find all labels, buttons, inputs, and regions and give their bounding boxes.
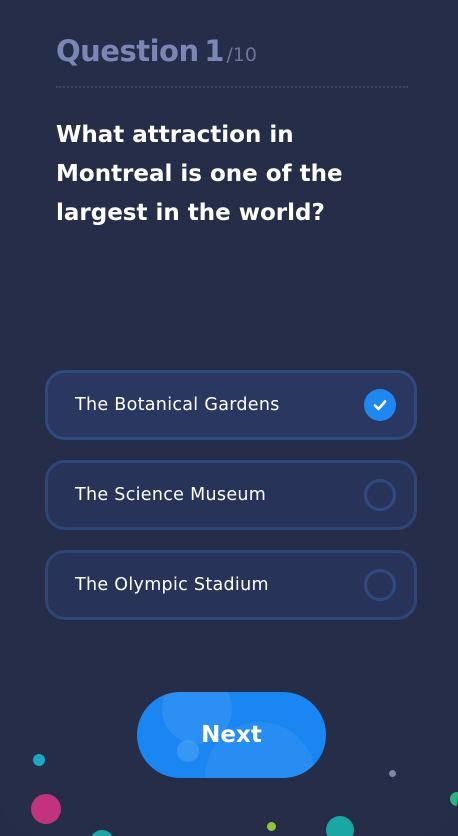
next-button-label: Next <box>201 722 262 748</box>
decorative-dot <box>267 822 276 831</box>
question-counter: Question 1/10 <box>56 34 257 68</box>
decorative-dot <box>90 830 114 836</box>
answer-option-botanical-gardens[interactable]: The Botanical Gardens <box>45 370 417 440</box>
decorative-dot <box>33 754 45 766</box>
quiz-screen: Question 1/10 What attraction in Montrea… <box>0 0 458 836</box>
check-circle-icon <box>364 389 396 421</box>
decorative-dot <box>389 770 396 777</box>
decorative-dot <box>31 794 61 824</box>
question-counter-number: 1 <box>204 34 225 68</box>
question-counter-total: /10 <box>226 44 257 66</box>
answer-option-label: The Olympic Stadium <box>75 575 269 595</box>
question-text: What attraction in Montreal is one of th… <box>56 122 343 226</box>
header-divider <box>56 86 408 88</box>
decorative-dot <box>326 816 354 836</box>
answer-option-olympic-stadium[interactable]: The Olympic Stadium <box>45 550 417 620</box>
answer-option-label: The Botanical Gardens <box>75 395 280 415</box>
answer-option-label: The Science Museum <box>75 485 267 505</box>
answer-option-science-museum[interactable]: The Science Museum <box>45 460 417 530</box>
radio-circle-icon <box>364 569 396 601</box>
decorative-dot <box>450 792 458 806</box>
question-counter-label: Question <box>56 34 199 68</box>
radio-circle-icon <box>364 479 396 511</box>
next-button[interactable]: Next <box>137 692 326 778</box>
